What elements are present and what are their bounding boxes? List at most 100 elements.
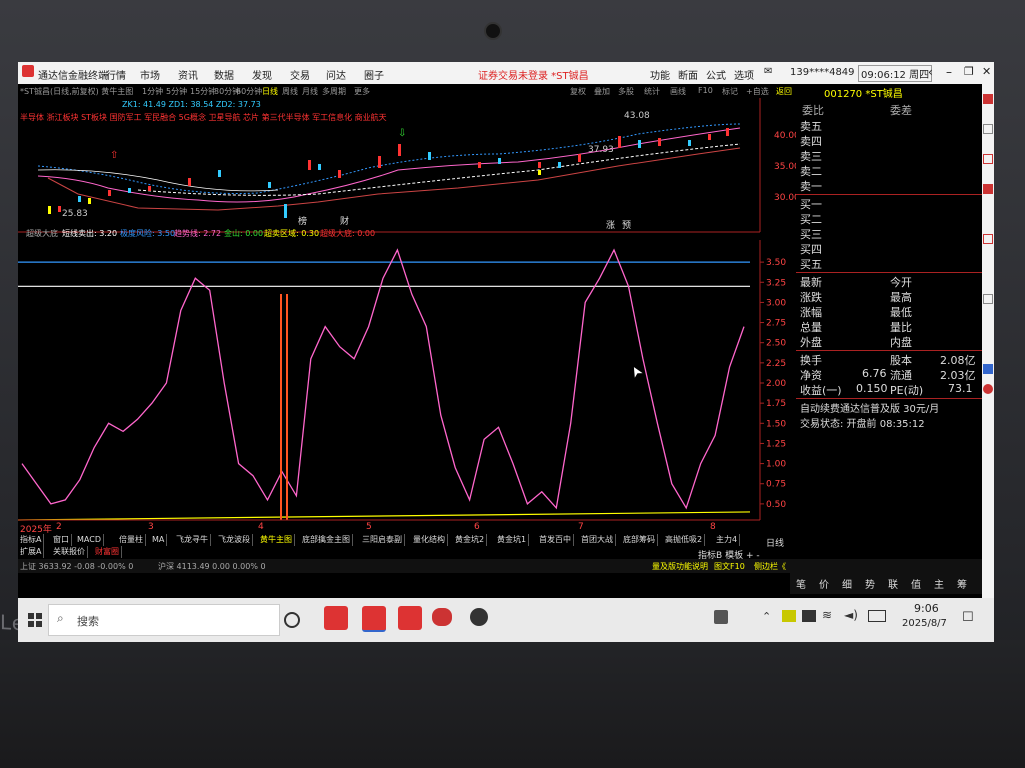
- indicator-tab-11[interactable]: 黄金坑2: [453, 534, 488, 546]
- tool-duogu[interactable]: 多股: [618, 86, 634, 97]
- tool-biaoji[interactable]: 标记: [722, 86, 738, 97]
- status-shenzhen[interactable]: 沪深 4113.49 0.00 0.00% 0: [158, 561, 266, 572]
- sidebar-box-icon[interactable]: [983, 124, 993, 134]
- tool-f10[interactable]: F10: [698, 86, 713, 95]
- indicator-tab-0[interactable]: 指标A: [18, 534, 45, 546]
- period-15min[interactable]: 15分钟: [190, 86, 216, 97]
- buy-2[interactable]: 买二: [800, 211, 822, 227]
- taskbar-date[interactable]: 2025/8/7: [902, 618, 947, 629]
- sidebar-list-icon[interactable]: [983, 294, 993, 304]
- extension-tab-0[interactable]: 扩展A: [18, 546, 45, 558]
- restore-icon[interactable]: ❐: [964, 65, 974, 78]
- menu-item-shuju[interactable]: 数据: [214, 67, 234, 82]
- quick-button-2[interactable]: 细: [842, 576, 852, 591]
- indicator-tab-1[interactable]: 窗口: [51, 534, 72, 546]
- sell-3[interactable]: 卖三: [800, 148, 822, 164]
- close-icon[interactable]: ✕: [982, 65, 991, 78]
- buy-1[interactable]: 买一: [800, 196, 822, 212]
- quick-button-3[interactable]: 势: [865, 576, 875, 591]
- period-more[interactable]: 更多: [354, 86, 370, 97]
- period-multi[interactable]: 多周期: [322, 86, 346, 97]
- windows-start-icon[interactable]: [28, 612, 42, 631]
- tool-diejia[interactable]: 叠加: [594, 86, 610, 97]
- indicator-tab-17[interactable]: 主力4: [714, 534, 741, 546]
- extension-tab-2[interactable]: 财富圈: [93, 546, 122, 558]
- indicator-tab-5[interactable]: 飞龙寻牛: [174, 534, 211, 546]
- taskbar-app-tdx-3[interactable]: [398, 606, 422, 630]
- quick-button-7[interactable]: 筹: [957, 576, 967, 591]
- menu-item-faxian[interactable]: 发现: [252, 67, 272, 82]
- renewal-notice[interactable]: 自动续费通达信普及版 30元/月: [800, 400, 939, 415]
- quick-button-5[interactable]: 值: [911, 576, 921, 591]
- indicator-tab-14[interactable]: 首团大战: [579, 534, 616, 546]
- menu-item-quanzi[interactable]: 圈子: [364, 67, 384, 82]
- indicator-tab-8[interactable]: 底部擒金主图: [300, 534, 353, 546]
- indicator-tab-13[interactable]: 首发百中: [537, 534, 574, 546]
- tray-volume-icon[interactable]: ◄): [844, 608, 858, 622]
- menu-item-hangqing[interactable]: 行情: [106, 67, 126, 82]
- period-weekly[interactable]: 周线: [282, 86, 298, 97]
- tray-up-icon[interactable]: ⌃: [762, 610, 771, 623]
- task-view-icon[interactable]: [284, 612, 300, 628]
- period-1min[interactable]: 1分钟: [142, 86, 163, 97]
- status-f10-button[interactable]: 图文F10: [714, 561, 745, 572]
- tool-fuquan[interactable]: 复权: [570, 86, 586, 97]
- indicator-tab-16[interactable]: 高抛低吸2: [663, 534, 706, 546]
- notification-icon[interactable]: ☐: [962, 610, 974, 625]
- indicator-tab-6[interactable]: 飞龙波段: [216, 534, 253, 546]
- sidebar-dollar-icon[interactable]: [983, 384, 993, 394]
- sell-5[interactable]: 卖五: [800, 118, 822, 134]
- indicator-tab-9[interactable]: 三阳启泰副: [360, 534, 405, 546]
- indicator-tab-12[interactable]: 黄金坑1: [495, 534, 530, 546]
- tool-tongji[interactable]: 统计: [644, 86, 660, 97]
- taskbar-time[interactable]: 9:06: [914, 602, 939, 615]
- tray-app-icon[interactable]: [714, 610, 728, 624]
- buy-5[interactable]: 买五: [800, 256, 822, 272]
- menu-item-gongneng[interactable]: 功能: [650, 67, 670, 82]
- sidebar-doc-icon[interactable]: [983, 154, 993, 164]
- back-icon[interactable]: ‹: [928, 65, 933, 79]
- sidebar-chart-icon[interactable]: [983, 184, 993, 194]
- period-5min[interactable]: 5分钟: [166, 86, 187, 97]
- tool-add-watchlist[interactable]: +自选: [746, 86, 769, 97]
- mail-icon[interactable]: ✉: [764, 66, 772, 77]
- extension-tab-1[interactable]: 关联报价: [51, 546, 88, 558]
- account-id[interactable]: 139****4849: [790, 67, 855, 78]
- status-sidebar-button[interactable]: 侧边栏《: [754, 561, 786, 572]
- tray-wifi-icon[interactable]: ≋: [822, 608, 832, 622]
- sidebar-grid-icon[interactable]: [983, 234, 993, 244]
- taskbar-app-cloud[interactable]: [432, 608, 452, 626]
- tool-back[interactable]: 返回: [776, 86, 792, 97]
- status-hint[interactable]: 量及版功能说明: [652, 561, 708, 572]
- indicator-tab-3[interactable]: 倍量柱: [117, 534, 146, 546]
- quick-button-6[interactable]: 主: [934, 576, 944, 591]
- menu-item-duanmian[interactable]: 断面: [678, 67, 698, 82]
- price-chart-svg[interactable]: 43.08 25.83 37.93 榜 财 涨 预 ⇩ ⇧ 40.00 35.0…: [18, 98, 796, 238]
- period-daily[interactable]: 日线: [262, 86, 278, 97]
- buy-4[interactable]: 买四: [800, 241, 822, 257]
- tray-network-icon[interactable]: [802, 610, 816, 622]
- indicator-tab-10[interactable]: 量化结构: [411, 534, 448, 546]
- quick-button-4[interactable]: 联: [888, 576, 898, 591]
- menu-item-shichang[interactable]: 市场: [140, 67, 160, 82]
- status-shanghai[interactable]: 上证 3633.92 -0.08 -0.00% 0: [20, 561, 133, 572]
- minimize-icon[interactable]: –: [946, 65, 952, 79]
- tool-huaxian[interactable]: 画线: [670, 86, 686, 97]
- menu-item-wenda[interactable]: 问达: [326, 67, 346, 82]
- quick-button-1[interactable]: 价: [819, 576, 829, 591]
- indicator-tab-15[interactable]: 底部筹码: [621, 534, 658, 546]
- indicator-chart[interactable]: 3.50 3.25 3.00 2.75 2.50 2.25 2.00 1.75 1.50 1.25…: [18, 240, 796, 532]
- quick-button-0[interactable]: 笔: [796, 576, 806, 591]
- period-monthly[interactable]: 月线: [302, 86, 318, 97]
- menu-item-xuanxiang[interactable]: 选项: [734, 67, 754, 82]
- tray-folder-icon[interactable]: [782, 610, 796, 622]
- menu-item-jiaoyi[interactable]: 交易: [290, 67, 310, 82]
- indicator-tab-7[interactable]: 黄牛主图: [258, 534, 295, 546]
- taskbar-app-tdx-2[interactable]: [362, 606, 386, 632]
- sell-4[interactable]: 卖四: [800, 133, 822, 149]
- indicator-tab-4[interactable]: MA: [150, 534, 168, 546]
- sidebar-blue-icon[interactable]: [983, 364, 993, 374]
- tray-keyboard-icon[interactable]: [868, 610, 886, 622]
- search-box[interactable]: ⌕ 搜索: [48, 604, 280, 636]
- sell-1[interactable]: 卖一: [800, 178, 822, 194]
